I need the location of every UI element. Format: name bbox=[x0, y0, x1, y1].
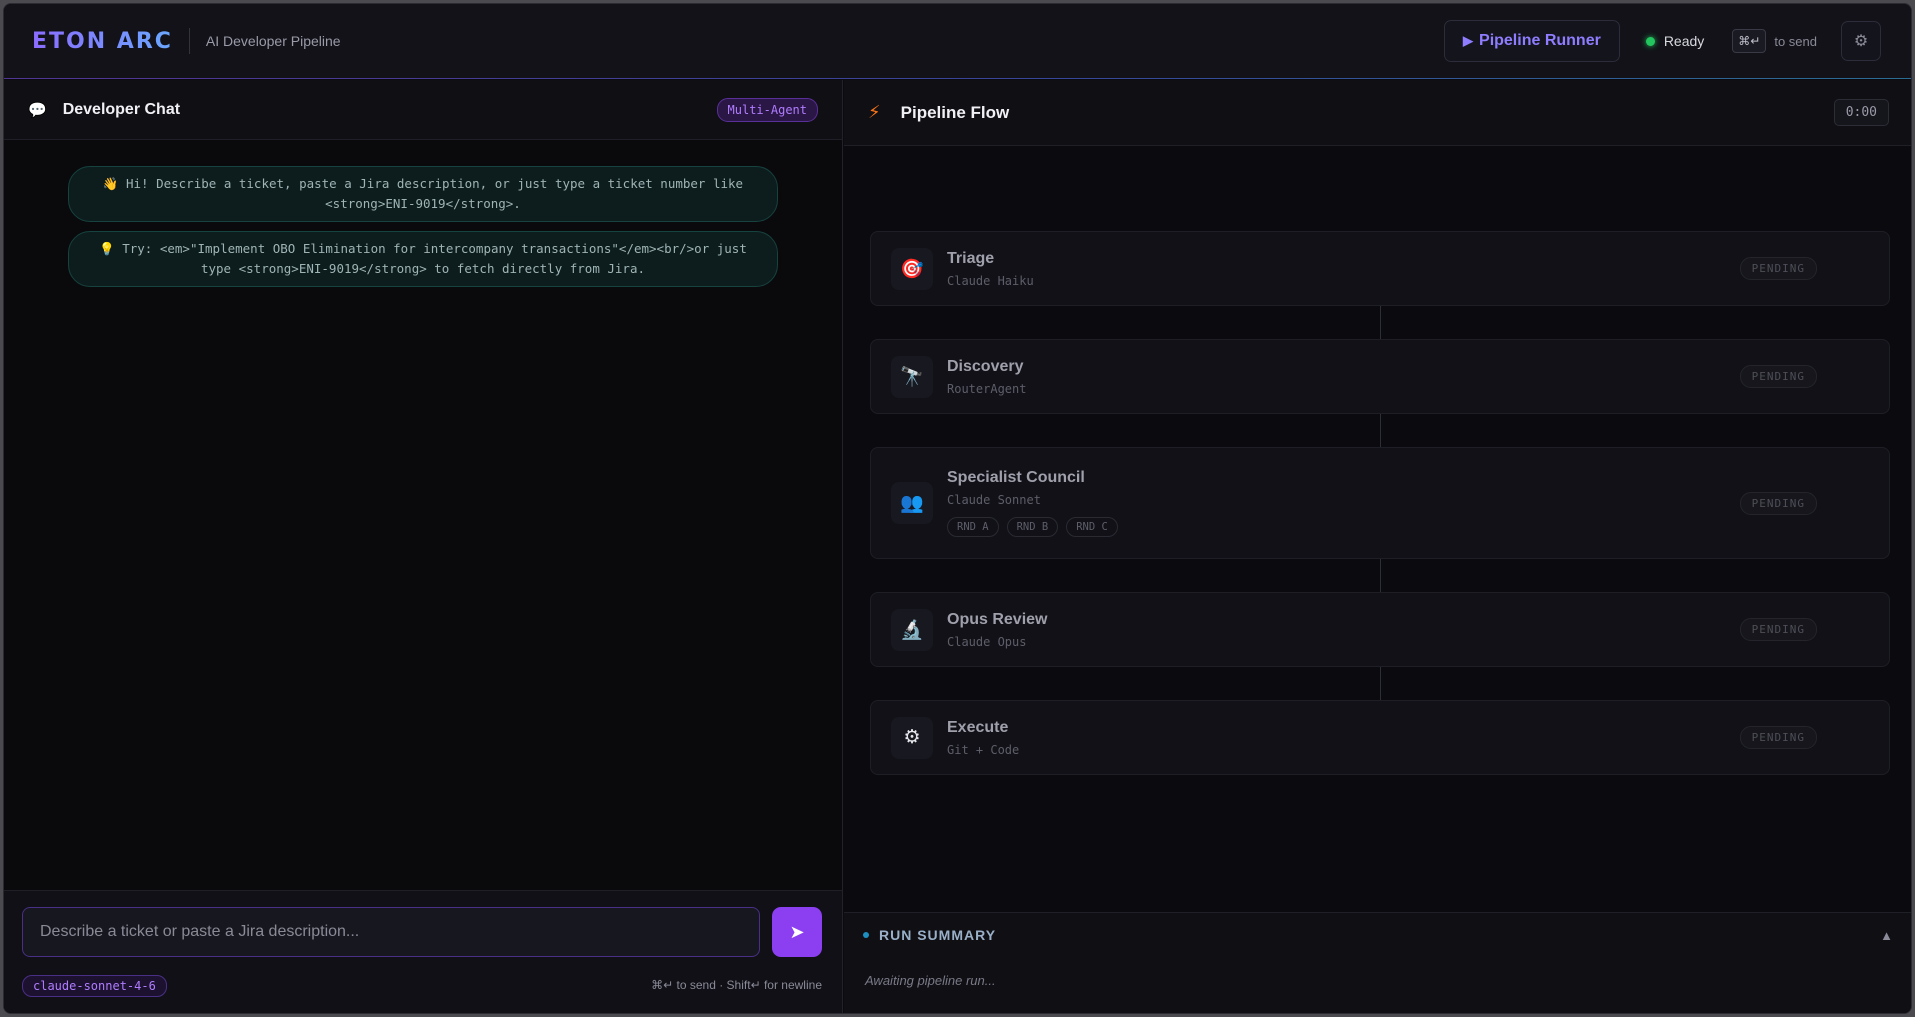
stage-name: Discovery bbox=[947, 357, 1024, 375]
round-badge: RND B bbox=[1006, 517, 1059, 537]
stage-model: Git + Code bbox=[947, 742, 1020, 757]
pipeline-timer: 0:00 bbox=[1833, 99, 1889, 126]
status-badge: PENDING bbox=[1739, 491, 1817, 515]
shortcut-key-badge: ⌘↵ bbox=[1732, 29, 1767, 53]
round-badge: RND A bbox=[947, 517, 999, 537]
app-window: ETON ARC AI Developer Pipeline ▶ Pipelin… bbox=[3, 3, 1912, 1014]
status-badge: PENDING bbox=[1739, 726, 1817, 749]
speech-bubble-icon: 💬 bbox=[28, 101, 47, 119]
run-summary-title: RUN SUMMARY bbox=[879, 927, 997, 943]
chat-panel: 💬 Developer Chat Multi-Agent 👋 Hi! Descr… bbox=[4, 80, 843, 1013]
multi-agent-badge: Multi-Agent bbox=[716, 97, 818, 122]
system-message: 👋 Hi! Describe a ticket, paste a Jira de… bbox=[68, 166, 778, 222]
stage-connector bbox=[1380, 306, 1381, 341]
app-subtitle: AI Developer Pipeline bbox=[205, 33, 341, 49]
stage-model: RouterAgent bbox=[947, 381, 1027, 396]
chat-header: 💬 Developer Chat Multi-Agent bbox=[4, 80, 842, 140]
send-arrow-icon: ➤ bbox=[789, 921, 805, 942]
telescope-icon: 🔭 bbox=[891, 355, 933, 398]
pipeline-runner-button[interactable]: ▶ Pipeline Runner bbox=[1444, 20, 1620, 62]
round-badge: RND C bbox=[1066, 517, 1118, 537]
app-header: ETON ARC AI Developer Pipeline ▶ Pipelin… bbox=[4, 4, 1911, 79]
run-summary-header[interactable]: RUN SUMMARY bbox=[863, 927, 996, 943]
brand-logo: ETON ARC bbox=[32, 28, 173, 54]
lightning-icon: ⚡ bbox=[868, 102, 881, 122]
stage-name: Execute bbox=[947, 718, 1009, 736]
stage-connector bbox=[1380, 667, 1381, 702]
status-indicator: Ready bbox=[1645, 33, 1705, 49]
play-icon: ▶ bbox=[1463, 33, 1474, 48]
stage-opus-review[interactable]: 🔬 Opus Review Claude Opus PENDING bbox=[870, 592, 1890, 667]
chat-title: Developer Chat bbox=[62, 100, 181, 118]
stage-model: Claude Sonnet bbox=[947, 493, 1041, 507]
summary-dot-icon bbox=[863, 932, 869, 938]
send-button[interactable]: ➤ bbox=[772, 907, 822, 957]
status-badge: PENDING bbox=[1739, 618, 1817, 641]
microscope-icon: 🔬 bbox=[891, 608, 933, 651]
collapse-toggle-icon[interactable]: ▲ bbox=[1880, 928, 1893, 943]
stage-model: Claude Haiku bbox=[947, 273, 1034, 288]
stage-execute[interactable]: ⚙ Execute Git + Code PENDING bbox=[870, 700, 1890, 775]
chat-input[interactable] bbox=[22, 907, 760, 957]
stage-triage[interactable]: 🎯 Triage Claude Haiku PENDING bbox=[870, 231, 1890, 306]
gear-icon: ⚙ bbox=[1853, 33, 1869, 50]
pipeline-panel: ⚡ Pipeline Flow 0:00 🎯 Triage Claude Hai… bbox=[844, 80, 1911, 1013]
brand-divider bbox=[188, 28, 190, 54]
people-icon: 👥 bbox=[891, 482, 933, 524]
pipeline-title: Pipeline Flow bbox=[900, 102, 1010, 122]
run-summary: RUN SUMMARY ▲ Awaiting pipeline run... bbox=[844, 912, 1911, 1013]
target-icon: 🎯 bbox=[891, 247, 933, 290]
input-row: ➤ bbox=[22, 907, 822, 957]
gear-icon: ⚙ bbox=[891, 716, 933, 759]
chat-messages: 👋 Hi! Describe a ticket, paste a Jira de… bbox=[4, 140, 842, 287]
stage-connector bbox=[1380, 414, 1381, 449]
stage-connector bbox=[1380, 559, 1381, 594]
pipeline-runner-label: Pipeline Runner bbox=[1479, 32, 1601, 49]
settings-button[interactable]: ⚙ bbox=[1841, 21, 1881, 61]
status-text: Ready bbox=[1663, 33, 1705, 49]
stage-discovery[interactable]: 🔭 Discovery RouterAgent PENDING bbox=[870, 339, 1890, 414]
stage-name: Triage bbox=[947, 249, 995, 267]
chat-composer: ➤ claude-sonnet-4-6 ⌘↵ to send · Shift↵ … bbox=[4, 890, 842, 1013]
stage-model: Claude Opus bbox=[947, 634, 1027, 649]
status-dot-icon bbox=[1645, 36, 1655, 46]
stage-specialist-council[interactable]: 👥 Specialist Council Claude Sonnet RND A… bbox=[870, 447, 1890, 559]
header-actions: ▶ Pipeline Runner Ready ⌘↵ to send ⚙ bbox=[1444, 20, 1881, 62]
pipeline-header: ⚡ Pipeline Flow 0:00 bbox=[844, 80, 1911, 146]
keyboard-hint: ⌘↵ to send · Shift↵ for newline bbox=[651, 978, 822, 992]
run-summary-body: Awaiting pipeline run... bbox=[865, 973, 996, 988]
system-message: 💡 Try: <em>"Implement OBO Elimination fo… bbox=[68, 231, 778, 287]
shortcut-label: to send bbox=[1774, 33, 1817, 49]
stage-name: Specialist Council bbox=[947, 469, 1085, 486]
model-badge[interactable]: claude-sonnet-4-6 bbox=[22, 975, 167, 997]
status-badge: PENDING bbox=[1739, 257, 1817, 280]
round-list: RND A RND B RND C bbox=[947, 517, 1118, 537]
status-badge: PENDING bbox=[1739, 365, 1817, 388]
stage-name: Opus Review bbox=[947, 610, 1048, 628]
